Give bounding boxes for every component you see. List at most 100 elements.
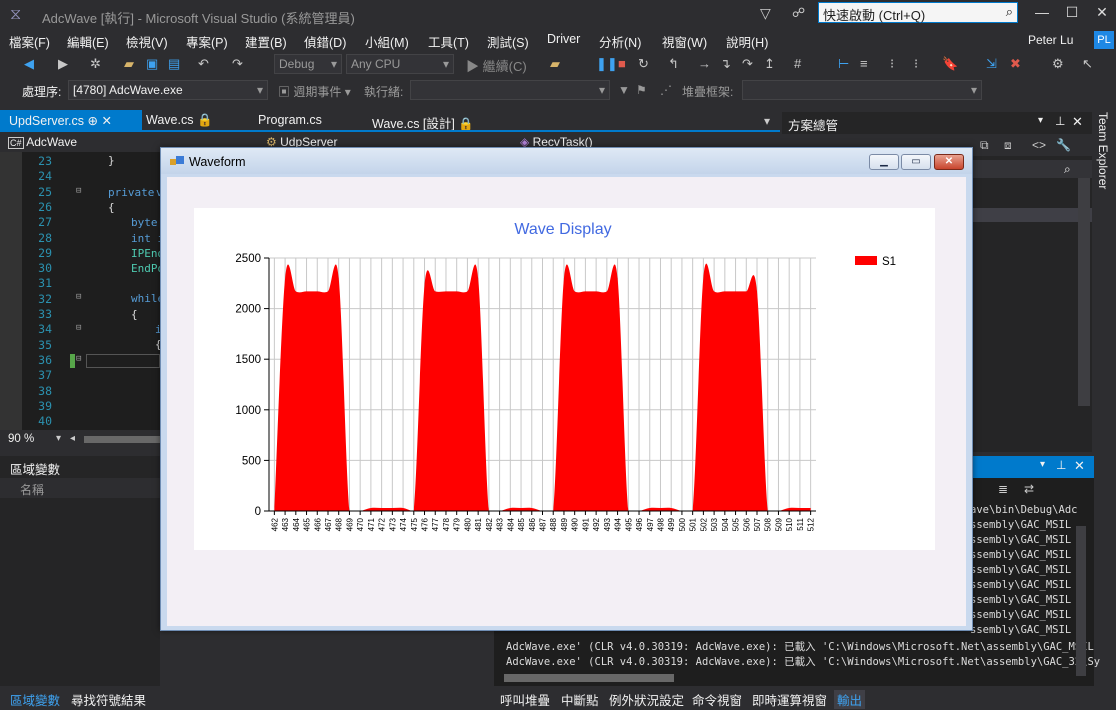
close-icon[interactable]: ✕ bbox=[1072, 114, 1083, 130]
stop-icon[interactable]: ■ bbox=[618, 56, 626, 71]
tab-breakpoints[interactable]: 中斷點 bbox=[561, 690, 599, 709]
redo-icon[interactable]: ↷ bbox=[232, 56, 243, 72]
comment-icon[interactable]: ⁝ bbox=[890, 56, 894, 72]
save-icon[interactable]: ▣ bbox=[146, 56, 158, 72]
vertical-scrollbar[interactable] bbox=[1076, 526, 1086, 676]
pin-icon[interactable]: ⊕ bbox=[88, 114, 98, 128]
process-select[interactable]: [4780] AdcWave.exe ▾ bbox=[68, 80, 268, 100]
lifecycle-events[interactable]: ▣ 週期事件 ▾ bbox=[278, 83, 351, 100]
hex-display-icon[interactable]: # bbox=[794, 56, 801, 71]
collapse-icon[interactable]: ⊟ bbox=[76, 354, 81, 364]
tab-output[interactable]: 輸出 bbox=[834, 690, 866, 709]
feedback-icon[interactable]: ☍ bbox=[792, 5, 805, 21]
properties-icon[interactable]: 🔧 bbox=[1056, 138, 1071, 152]
collapse-icon[interactable]: ⊟ bbox=[76, 323, 81, 333]
back-icon[interactable]: ◀ bbox=[24, 56, 34, 72]
filter-threads-icon[interactable]: ▼ bbox=[618, 83, 630, 97]
tab-immediate-window[interactable]: 即時運算視窗 bbox=[752, 690, 827, 709]
tab-updserver[interactable]: UpdServer.cs ⊕ ✕ bbox=[9, 113, 112, 128]
close-button[interactable]: ✕ bbox=[1092, 4, 1112, 22]
waveform-caption-bar[interactable]: Waveform ▁ ▭ ✕ bbox=[161, 148, 972, 174]
step-into-icon[interactable]: → bbox=[698, 56, 711, 71]
show-next-statement-icon[interactable]: ↰ bbox=[668, 56, 679, 72]
team-explorer-tab[interactable]: Team Explorer bbox=[1094, 112, 1116, 686]
filter-icon[interactable]: ▽ bbox=[760, 5, 771, 22]
tab-program[interactable]: Program.cs bbox=[258, 113, 322, 127]
code-view-icon[interactable]: <> bbox=[1032, 138, 1046, 152]
tab-call-stack[interactable]: 呼叫堆疊 bbox=[500, 690, 550, 709]
flag-threads-icon[interactable]: ⚑ bbox=[636, 83, 647, 97]
clear-bookmarks-icon[interactable]: ✖ bbox=[1010, 56, 1021, 72]
thread-select[interactable]: ▾ bbox=[410, 80, 610, 100]
maximize-button[interactable]: ☐ bbox=[1062, 4, 1082, 22]
tab-locals[interactable]: 區域變數 bbox=[10, 690, 60, 709]
scroll-left-icon[interactable]: ◂ bbox=[70, 433, 75, 444]
user-name[interactable]: Peter Lu bbox=[1028, 33, 1073, 47]
minimize-button[interactable]: ▁ bbox=[869, 154, 899, 170]
menu-debug[interactable]: 偵錯(D) bbox=[304, 32, 346, 51]
menu-build[interactable]: 建置(B) bbox=[245, 32, 287, 51]
word-wrap-icon[interactable]: ⇄ bbox=[1024, 482, 1034, 496]
new-project-icon[interactable]: ✲ bbox=[90, 56, 101, 72]
show-threads-icon[interactable]: ⋰ bbox=[660, 83, 672, 97]
chevron-down-icon[interactable]: ▾ bbox=[1038, 115, 1043, 126]
open-file-icon[interactable]: ▰ bbox=[124, 56, 134, 72]
menu-driver[interactable]: Driver bbox=[547, 32, 580, 46]
menu-test[interactable]: 測試(S) bbox=[487, 32, 529, 51]
menu-window[interactable]: 視窗(W) bbox=[662, 32, 707, 51]
close-icon[interactable]: ✕ bbox=[101, 114, 111, 128]
uncomment-icon[interactable]: ⁝ bbox=[914, 56, 918, 72]
menu-view[interactable]: 檢視(V) bbox=[126, 32, 168, 51]
pin-icon[interactable]: ⊥ bbox=[1055, 114, 1065, 128]
avatar[interactable]: PL bbox=[1094, 31, 1114, 49]
clear-all-icon[interactable]: ≣ bbox=[998, 482, 1008, 496]
menu-analyze[interactable]: 分析(N) bbox=[599, 32, 641, 51]
menu-edit[interactable]: 編輯(E) bbox=[67, 32, 109, 51]
quick-launch-input[interactable]: 快速啟動 (Ctrl+Q) ⌕ bbox=[818, 2, 1018, 23]
tab-find-symbol[interactable]: 尋找符號結果 bbox=[71, 690, 146, 709]
collapse-icon[interactable]: ⊟ bbox=[76, 292, 81, 302]
step-over-icon[interactable]: ↴ bbox=[720, 56, 731, 72]
minimize-button[interactable]: — bbox=[1032, 4, 1052, 22]
process-icon[interactable]: ▰ bbox=[550, 56, 560, 72]
collapse-all-icon[interactable]: ⧉ bbox=[980, 138, 989, 153]
menu-help[interactable]: 說明(H) bbox=[726, 32, 768, 51]
pointer-icon[interactable]: ↖ bbox=[1082, 56, 1093, 72]
tab-command-window[interactable]: 命令視窗 bbox=[692, 690, 742, 709]
maximize-button[interactable]: ▭ bbox=[901, 154, 931, 170]
next-bookmark-icon[interactable]: ⇲ bbox=[986, 56, 997, 72]
stackframe-select[interactable]: ▾ bbox=[742, 80, 982, 100]
pause-icon[interactable]: ❚❚ bbox=[596, 56, 618, 72]
align-icon[interactable]: ≡ bbox=[860, 56, 868, 71]
collapse-icon[interactable]: ⊟ bbox=[76, 186, 81, 196]
continue-button[interactable]: ▶ 繼續(C) bbox=[466, 56, 527, 75]
tab-wave[interactable]: Wave.cs 🔒 bbox=[146, 113, 213, 128]
name-column-header[interactable]: 名稱 bbox=[20, 481, 44, 498]
horizontal-scrollbar[interactable] bbox=[84, 436, 160, 443]
tab-exception-settings[interactable]: 例外狀況設定 bbox=[609, 690, 684, 709]
menu-project[interactable]: 專案(P) bbox=[186, 32, 228, 51]
restart-icon[interactable]: ↻ bbox=[638, 56, 649, 72]
tab-dropdown-icon[interactable]: ▾ bbox=[764, 114, 770, 128]
menu-tools[interactable]: 工具(T) bbox=[428, 32, 469, 51]
tools-icon[interactable]: ⚙ bbox=[1052, 56, 1064, 72]
step-up-icon[interactable]: ↥ bbox=[764, 56, 775, 72]
bookmark-icon[interactable]: 🔖 bbox=[942, 56, 958, 72]
horizontal-scrollbar[interactable] bbox=[504, 674, 674, 682]
chevron-down-icon[interactable]: ▾ bbox=[1040, 459, 1045, 470]
menu-team[interactable]: 小組(M) bbox=[365, 32, 409, 51]
show-all-files-icon[interactable]: ⧈ bbox=[1004, 138, 1012, 153]
code-editor[interactable]: 23 24 25 26 27 28 29 30 31 32 33 34 35 36 37 38 39 40 } p… bbox=[0, 152, 164, 430]
undo-icon[interactable]: ↶ bbox=[198, 56, 209, 72]
project-selector[interactable]: C# AdcWave bbox=[8, 135, 77, 149]
menu-file[interactable]: 檔案(F) bbox=[9, 32, 50, 51]
waveform-window[interactable]: Waveform ▁ ▭ ✕ Wave Display 0 500 1000 1500 2… bbox=[160, 147, 973, 631]
close-icon[interactable]: ✕ bbox=[1074, 458, 1085, 474]
pin-icon[interactable]: ⊥ bbox=[1056, 458, 1066, 472]
step-out-icon[interactable]: ↷ bbox=[742, 56, 753, 72]
forward-icon[interactable]: ▶ bbox=[58, 56, 68, 72]
configuration-select[interactable]: Debug ▾ bbox=[274, 54, 342, 74]
close-button[interactable]: ✕ bbox=[934, 154, 964, 170]
save-all-icon[interactable]: ▤ bbox=[168, 56, 180, 72]
thread-icon[interactable]: ⊢ bbox=[838, 56, 849, 72]
